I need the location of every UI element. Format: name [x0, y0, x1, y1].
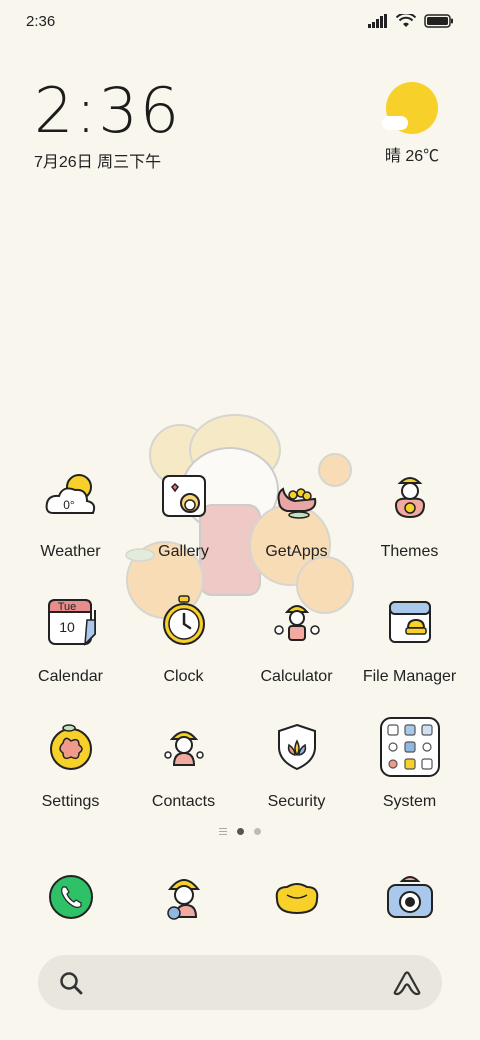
messages-icon — [166, 879, 200, 920]
page-list-icon — [219, 828, 227, 835]
svg-text:0°: 0° — [63, 498, 75, 512]
clock-icon — [162, 595, 205, 645]
calendar-icon: Tue 10 — [47, 599, 96, 646]
getapps-icon — [277, 487, 316, 519]
system-folder-icon — [379, 717, 440, 777]
settings-icon — [49, 724, 92, 770]
phone-icon — [48, 875, 93, 919]
app-label: Weather — [40, 543, 101, 560]
status-time: 2:36 — [26, 12, 56, 30]
app-file-manager[interactable]: File Manager — [353, 590, 466, 715]
app-themes[interactable]: Themes — [353, 465, 466, 590]
wifi-icon — [396, 14, 416, 27]
search-bar[interactable] — [38, 955, 442, 1010]
security-icon — [277, 723, 316, 771]
search-input[interactable] — [98, 973, 378, 992]
battery-icon — [424, 14, 453, 28]
app-system-folder[interactable]: System — [353, 715, 466, 840]
gallery-icon — [161, 475, 206, 517]
file-manager-icon — [388, 601, 431, 643]
app-label: Security — [267, 793, 326, 810]
app-label: Calculator — [260, 668, 333, 685]
dock — [14, 862, 466, 932]
contacts-icon — [163, 731, 204, 766]
app-label: System — [382, 793, 437, 810]
dock-camera[interactable] — [353, 862, 466, 932]
widget-time: 2:36 — [34, 74, 182, 147]
page-dot-active — [237, 828, 244, 835]
signal-icon — [368, 14, 387, 28]
app-calculator[interactable]: Calculator — [240, 590, 353, 715]
app-label: Clock — [163, 668, 204, 685]
dock-phone[interactable] — [14, 862, 127, 932]
app-gallery[interactable]: Gallery — [127, 465, 240, 590]
svg-text:10: 10 — [59, 619, 75, 635]
weather-icon: 0° — [45, 474, 95, 514]
page-dot — [254, 828, 261, 835]
clock-widget[interactable]: 2:36 7月26日 周三下午 — [34, 76, 181, 172]
app-security[interactable]: Security — [240, 715, 353, 840]
app-row: Tue 10 Calendar Clock Calculator File Ma… — [14, 590, 466, 715]
status-icons — [368, 14, 454, 28]
app-row: Settings Contacts Security System — [14, 715, 466, 840]
widget-date: 7月26日 周三下午 — [34, 154, 162, 171]
sunny-icon — [382, 82, 438, 134]
dock-messages[interactable] — [127, 862, 240, 932]
weather-condition-temp: 晴 26℃ — [384, 148, 440, 165]
search-icon[interactable] — [58, 970, 84, 996]
voice-assistant-icon[interactable] — [392, 970, 422, 996]
app-settings[interactable]: Settings — [14, 715, 127, 840]
app-label: Contacts — [151, 793, 216, 810]
app-grid: 0° Weather Gallery GetApps Themes Tue 10… — [14, 465, 466, 840]
browser-icon — [275, 883, 318, 915]
page-indicator[interactable] — [0, 828, 480, 835]
camera-icon — [386, 876, 433, 918]
dock-browser[interactable] — [240, 862, 353, 932]
app-label: GetApps — [265, 543, 328, 560]
svg-text:Tue: Tue — [57, 601, 76, 613]
app-weather[interactable]: 0° Weather — [14, 465, 127, 590]
app-getapps[interactable]: GetApps — [240, 465, 353, 590]
themes-icon — [394, 477, 425, 519]
app-clock[interactable]: Clock — [127, 590, 240, 715]
calculator-icon — [273, 605, 320, 641]
app-row: 0° Weather Gallery GetApps Themes — [14, 465, 466, 590]
app-calendar[interactable]: Tue 10 Calendar — [14, 590, 127, 715]
app-contacts[interactable]: Contacts — [127, 715, 240, 840]
weather-widget[interactable]: 晴 26℃ — [380, 82, 444, 166]
app-label: Calendar — [38, 668, 103, 685]
app-label: Gallery — [158, 543, 209, 560]
status-bar: 2:36 — [0, 0, 480, 42]
app-label: File Manager — [362, 668, 457, 685]
app-label: Settings — [41, 793, 100, 810]
app-label: Themes — [380, 543, 439, 560]
